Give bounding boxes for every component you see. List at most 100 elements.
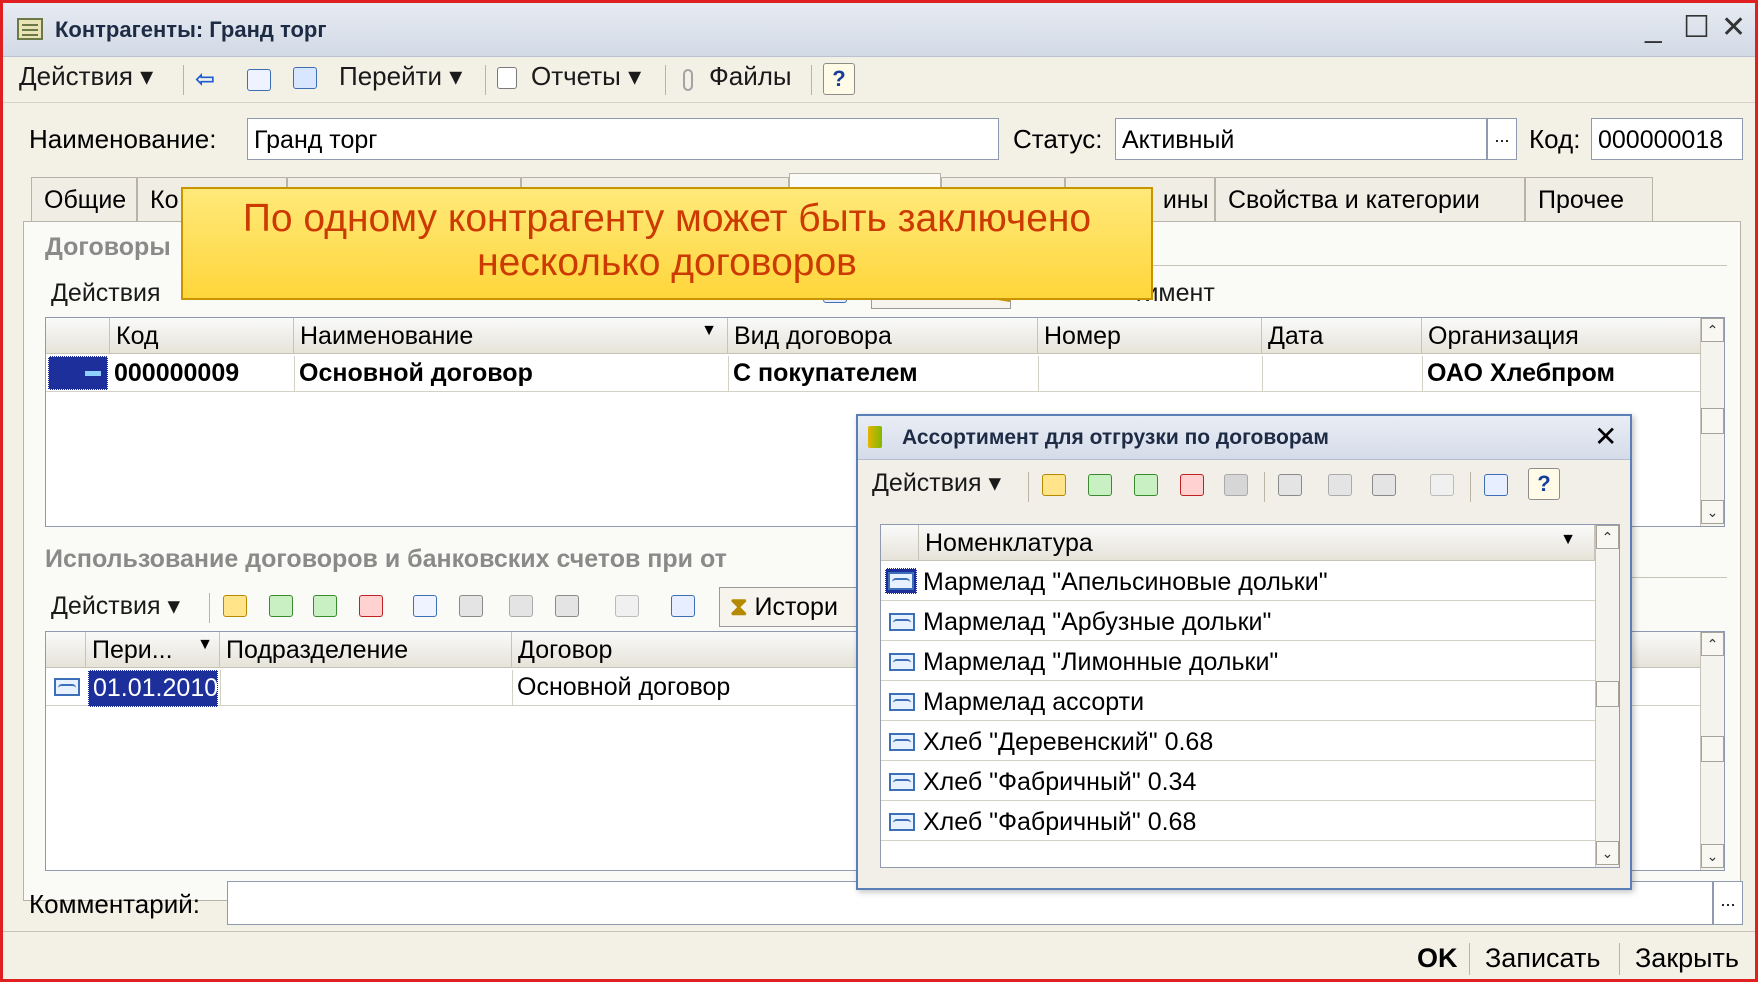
toolbar-separator bbox=[811, 65, 812, 95]
status-field[interactable]: Активный bbox=[1115, 118, 1487, 160]
goto-menu[interactable]: Перейти ▾ bbox=[339, 61, 462, 92]
ok-button[interactable]: OK bbox=[1417, 943, 1458, 974]
list-item[interactable]: Мармелад ассорти bbox=[881, 681, 1595, 721]
help-button[interactable]: ? bbox=[823, 63, 855, 95]
save-button[interactable]: Записать bbox=[1485, 943, 1600, 974]
back-arrow-icon[interactable]: ⇦ bbox=[195, 68, 219, 92]
column-nomenclature-label: Номенклатура bbox=[925, 529, 1093, 557]
usage-actions-menu[interactable]: Действия ▾ bbox=[51, 591, 180, 621]
edit-row-icon[interactable] bbox=[313, 595, 337, 617]
scroll-thumb[interactable] bbox=[1701, 408, 1724, 434]
filter-list-icon[interactable] bbox=[1328, 474, 1352, 496]
code-label: Код: bbox=[1529, 124, 1581, 154]
filter-settings-icon[interactable] bbox=[555, 595, 579, 617]
cell-name: Основной договор bbox=[294, 356, 728, 391]
list-item[interactable]: Мармелад "Апельсиновые дольки" bbox=[881, 561, 1595, 601]
files-button[interactable]: Файлы bbox=[709, 61, 792, 92]
scroll-down-button[interactable]: ⌄ bbox=[1701, 500, 1724, 524]
dialog-title-bar[interactable]: Ассортимент для отгрузки по договорам ✕ bbox=[858, 416, 1630, 460]
interval-icon[interactable] bbox=[413, 595, 437, 617]
clear-filter-icon[interactable] bbox=[1430, 474, 1454, 496]
column-date[interactable]: Дата bbox=[1262, 318, 1422, 354]
assortment-dialog: Ассортимент для отгрузки по договорам ✕ … bbox=[856, 414, 1632, 890]
add-row-icon[interactable] bbox=[223, 595, 247, 617]
toolbar-separator bbox=[209, 593, 210, 623]
minimize-button[interactable]: _ bbox=[1645, 13, 1662, 43]
add-group-icon[interactable] bbox=[1088, 474, 1112, 496]
usage-scrollbar[interactable]: ⌃ ⌄ bbox=[1700, 632, 1724, 870]
dialog-actions-menu[interactable]: Действия ▾ bbox=[872, 468, 1001, 498]
tab-general[interactable]: Общие bbox=[31, 177, 137, 221]
scroll-up-button[interactable]: ⌃ bbox=[1701, 632, 1724, 656]
clear-filter-icon[interactable] bbox=[615, 595, 639, 617]
column-period[interactable]: Пери... ▼ bbox=[86, 632, 220, 668]
cell-date bbox=[1262, 356, 1422, 392]
table-row[interactable]: 000000009 Основной договор С покупателем… bbox=[46, 354, 1702, 392]
code-field[interactable]: 000000018 bbox=[1591, 118, 1743, 160]
add-row-icon[interactable] bbox=[1042, 474, 1066, 496]
filter-list-icon[interactable] bbox=[509, 595, 533, 617]
toolbar-separator bbox=[1619, 943, 1620, 975]
list-item[interactable]: Хлеб "Фабричный" 0.68 bbox=[881, 801, 1595, 841]
contracts-scrollbar[interactable]: ⌃ ⌄ bbox=[1700, 318, 1724, 526]
scroll-up-button[interactable]: ⌃ bbox=[1596, 525, 1619, 549]
reports-icon[interactable] bbox=[497, 67, 517, 89]
column-division[interactable]: Подразделение bbox=[220, 632, 512, 668]
main-toolbar: Действия ▾ ⇦ Перейти ▾ Отчеты ▾ Файлы ? bbox=[3, 57, 1755, 103]
list-item[interactable]: Мармелад "Лимонные дольки" bbox=[881, 641, 1595, 681]
record-icon bbox=[54, 678, 80, 696]
toolbar-separator bbox=[485, 65, 486, 95]
status-select-button[interactable]: ... bbox=[1487, 118, 1517, 160]
add-group-icon[interactable] bbox=[269, 595, 293, 617]
name-field[interactable]: Гранд торг bbox=[247, 118, 999, 160]
toolbar-separator bbox=[1264, 472, 1265, 502]
structure-icon[interactable] bbox=[247, 69, 271, 91]
column-code[interactable]: Код bbox=[110, 318, 294, 354]
assortment-scrollbar[interactable]: ⌃ ⌄ bbox=[1595, 525, 1619, 867]
dialog-close-button[interactable]: ✕ bbox=[1594, 420, 1617, 453]
refresh-icon[interactable] bbox=[1484, 474, 1508, 496]
scroll-down-button[interactable]: ⌄ bbox=[1701, 844, 1724, 868]
post-icon[interactable] bbox=[1224, 474, 1248, 496]
reports-menu[interactable]: Отчеты ▾ bbox=[531, 61, 641, 92]
scroll-up-button[interactable]: ⌃ bbox=[1701, 318, 1724, 342]
cell-contract-type: С покупателем bbox=[728, 356, 1038, 391]
comment-select-button[interactable]: ... bbox=[1713, 881, 1743, 925]
column-contract-type[interactable]: Вид договора bbox=[728, 318, 1038, 354]
delete-row-icon[interactable] bbox=[359, 595, 383, 617]
actions-menu[interactable]: Действия ▾ bbox=[19, 61, 153, 92]
edit-row-icon[interactable] bbox=[1134, 474, 1158, 496]
close-button[interactable]: ✕ bbox=[1721, 13, 1746, 43]
record-icon bbox=[889, 733, 915, 751]
callout-line-1: По одному контрагенту может быть заключе… bbox=[242, 197, 1092, 240]
contracts-group-title: Договоры bbox=[45, 233, 171, 261]
column-organization[interactable]: Организация bbox=[1422, 318, 1702, 354]
filter-settings-icon[interactable] bbox=[1372, 474, 1396, 496]
history-button[interactable]: ⧗ Истори bbox=[719, 587, 869, 627]
assortment-table[interactable]: Номенклатура ▼ Мармелад "Апельсиновые дол… bbox=[880, 524, 1620, 868]
contracts-actions-menu[interactable]: Действия bbox=[51, 279, 161, 308]
scroll-down-button[interactable]: ⌄ bbox=[1596, 841, 1619, 865]
maximize-button[interactable]: ☐ bbox=[1683, 13, 1710, 43]
scroll-thumb[interactable] bbox=[1596, 681, 1619, 707]
record-icon bbox=[889, 773, 915, 791]
close-form-button[interactable]: Закрыть bbox=[1635, 943, 1739, 974]
dialog-help-button[interactable]: ? bbox=[1528, 468, 1560, 500]
delete-row-icon[interactable] bbox=[1180, 474, 1204, 496]
column-name[interactable]: Наименование ▼ bbox=[294, 318, 728, 354]
list-item[interactable]: Хлеб "Фабричный" 0.34 bbox=[881, 761, 1595, 801]
column-nomenclature[interactable]: Номенклатура ▼ bbox=[919, 525, 1595, 561]
scroll-thumb[interactable] bbox=[1701, 736, 1724, 762]
list-item[interactable]: Хлеб "Деревенский" 0.68 bbox=[881, 721, 1595, 761]
title-bar[interactable]: Контрагенты: Гранд торг _ ☐ ✕ bbox=[3, 3, 1755, 57]
column-name-label: Наименование bbox=[300, 322, 474, 350]
goto-icon[interactable] bbox=[293, 67, 317, 89]
list-item[interactable]: Мармелад "Арбузные дольки" bbox=[881, 601, 1595, 641]
filter-icon[interactable] bbox=[459, 595, 483, 617]
column-number[interactable]: Номер bbox=[1038, 318, 1262, 354]
tab-properties[interactable]: Свойства и категории bbox=[1215, 177, 1525, 221]
refresh-icon[interactable] bbox=[671, 595, 695, 617]
tab-other[interactable]: Прочее bbox=[1525, 177, 1653, 221]
cell-nomenclature: Хлеб "Фабричный" 0.34 bbox=[923, 768, 1197, 796]
filter-icon[interactable] bbox=[1278, 474, 1302, 496]
